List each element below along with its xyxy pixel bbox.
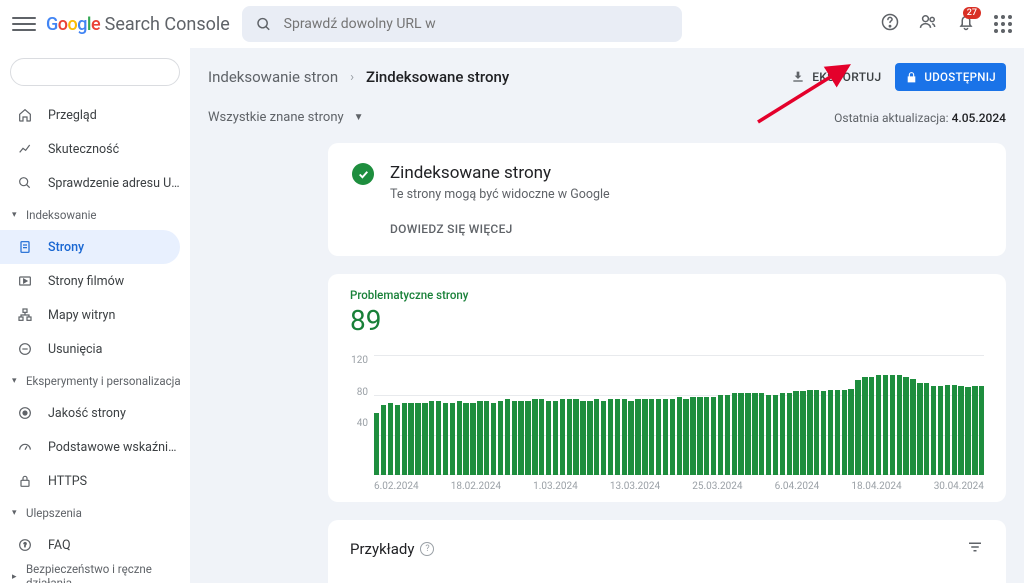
property-selector[interactable] xyxy=(10,58,180,86)
chart-icon xyxy=(16,140,34,158)
video-icon xyxy=(16,272,34,290)
chart-card: Problematyczne strony 89 1208040. 6.02.2… xyxy=(328,274,1006,502)
search-icon xyxy=(16,174,34,192)
product-name: Search Console xyxy=(105,14,230,35)
faq-icon: ? xyxy=(16,536,34,554)
learn-more-link[interactable]: DOWIEDZ SIĘ WIĘCEJ xyxy=(390,222,982,236)
home-icon xyxy=(16,106,34,124)
section-experience[interactable]: ▾Eksperymenty i personalizacja xyxy=(0,366,190,396)
x-axis: 6.02.202418.02.20241.03.202413.03.202425… xyxy=(374,481,984,492)
remove-icon xyxy=(16,340,34,358)
examples-card: Przykłady ? URL ↓ Ostatnie zindeksowanie xyxy=(328,520,1006,583)
help-icon[interactable]: ? xyxy=(420,542,434,556)
nav-page-quality[interactable]: Jakość strony xyxy=(0,396,180,430)
check-icon xyxy=(352,163,374,185)
chevron-down-icon: ▼ xyxy=(354,112,364,123)
search-icon xyxy=(256,16,272,33)
nav-cwv[interactable]: Podstawowe wskaźniki i... xyxy=(0,430,180,464)
svg-text:?: ? xyxy=(24,542,27,549)
examples-title: Przykłady xyxy=(350,540,414,558)
url-search-bar[interactable] xyxy=(242,6,682,42)
filter-icon[interactable] xyxy=(966,538,984,560)
status-title: Zindeksowane strony xyxy=(390,163,610,183)
chart-label: Problematyczne strony xyxy=(350,288,984,302)
nav-pages[interactable]: Strony xyxy=(0,230,180,264)
chart-plot[interactable] xyxy=(374,355,984,475)
sitemap-icon xyxy=(16,306,34,324)
lock-icon xyxy=(16,472,34,490)
apps-icon[interactable] xyxy=(994,15,1012,33)
section-indexing[interactable]: ▾Indeksowanie xyxy=(0,200,190,230)
breadcrumb-parent[interactable]: Indeksowanie stron xyxy=(208,68,338,86)
notification-badge: 27 xyxy=(963,7,981,19)
notifications-icon[interactable]: 27 xyxy=(956,12,976,36)
nav-performance[interactable]: Skuteczność xyxy=(0,132,180,166)
section-security[interactable]: ▸Bezpieczeństwo i ręczne działania xyxy=(0,562,190,583)
quality-icon xyxy=(16,404,34,422)
nav-sitemaps[interactable]: Mapy witryn xyxy=(0,298,180,332)
status-subtitle: Te strony mogą być widoczne w Google xyxy=(390,187,610,202)
breadcrumb-current: Zindeksowane strony xyxy=(366,68,509,86)
nav-url-inspect[interactable]: Sprawdzenie adresu URL xyxy=(0,166,180,200)
pages-icon xyxy=(16,238,34,256)
nav-video-pages[interactable]: Strony filmów xyxy=(0,264,180,298)
chart-value: 89 xyxy=(350,304,984,337)
section-enhance[interactable]: ▾Ulepszenia xyxy=(0,498,190,528)
top-header: Google Search Console 27 xyxy=(0,0,1024,48)
menu-icon[interactable] xyxy=(12,12,36,36)
nav-overview[interactable]: Przegląd xyxy=(0,98,180,132)
status-card: Zindeksowane strony Te strony mogą być w… xyxy=(328,143,1006,256)
product-logo[interactable]: Google Search Console xyxy=(46,14,230,35)
breadcrumb: Indeksowanie stron › Zindeksowane strony xyxy=(208,68,509,86)
filter-dropdown[interactable]: Wszystkie znane strony ▼ xyxy=(208,110,364,125)
chevron-right-icon: › xyxy=(350,70,354,85)
nav-faq[interactable]: ? FAQ xyxy=(0,528,180,562)
export-button[interactable]: EKSPORTUJ xyxy=(790,69,881,85)
share-button[interactable]: UDOSTĘPNIJ xyxy=(895,63,1006,91)
lock-icon xyxy=(905,71,918,84)
search-input[interactable] xyxy=(284,16,668,32)
nav-https[interactable]: HTTPS xyxy=(0,464,180,498)
download-icon xyxy=(790,69,806,85)
nav-removals[interactable]: Usunięcia xyxy=(0,332,180,366)
users-icon[interactable] xyxy=(918,12,938,36)
sidebar: Przegląd Skuteczność Sprawdzenie adresu … xyxy=(0,48,190,583)
help-icon[interactable] xyxy=(880,12,900,36)
speed-icon xyxy=(16,438,34,456)
y-axis: 1208040. xyxy=(350,355,374,475)
main-content: Indeksowanie stron › Zindeksowane strony… xyxy=(190,48,1024,583)
last-update-label: Ostatnia aktualizacja: 4.05.2024 xyxy=(834,111,1006,125)
